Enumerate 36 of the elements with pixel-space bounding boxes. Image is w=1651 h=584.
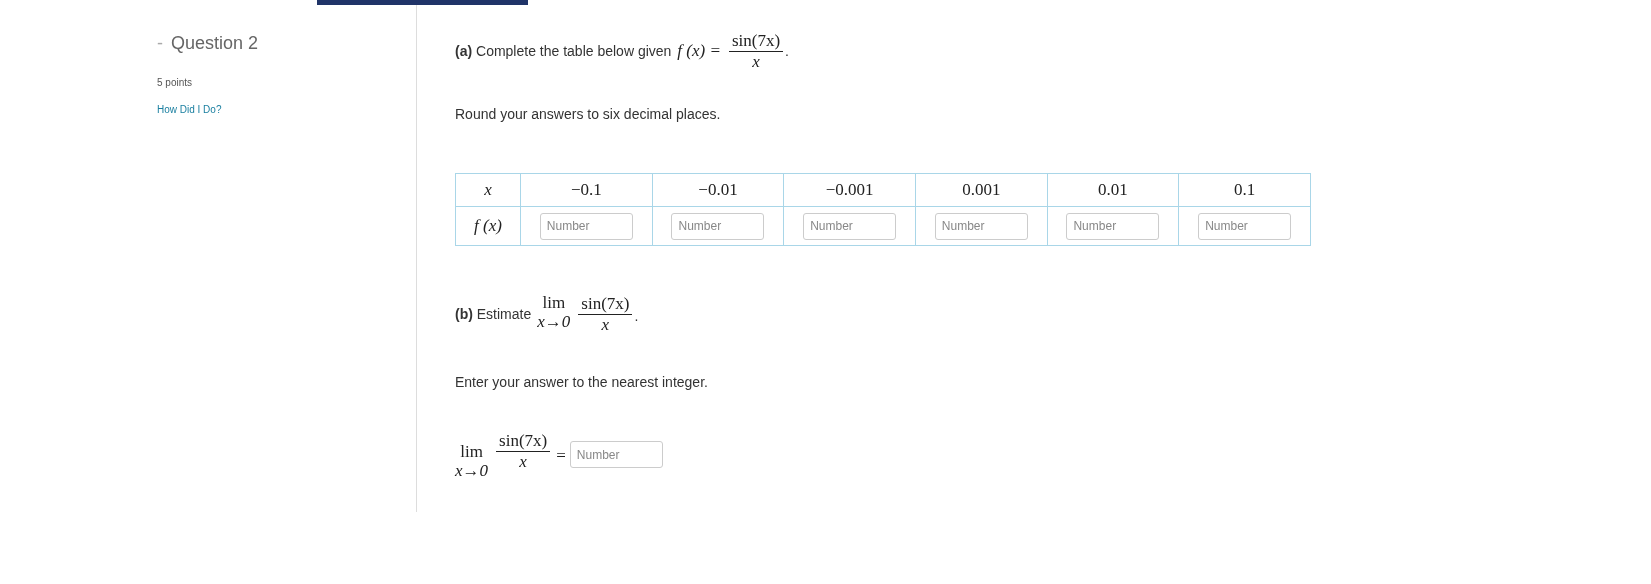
fraction-numerator: sin(7x)	[578, 294, 633, 315]
table-header-cell: 0.001	[915, 173, 1048, 207]
number-input[interactable]: Number	[934, 212, 1028, 240]
table-row-label: f (x)	[455, 206, 521, 246]
equals-sign: =	[556, 445, 566, 468]
instruction-text: Round your answers to six decimal places.	[455, 105, 722, 124]
fraction-numerator: sin(7x)	[728, 30, 784, 52]
table-header-cell: −0.1	[520, 173, 653, 207]
limit-operator: lim	[542, 294, 566, 313]
number-input[interactable]: Number	[671, 212, 765, 240]
number-input[interactable]: Number	[803, 212, 897, 240]
number-input[interactable]: Number	[1066, 212, 1160, 240]
limit-subscript: x→0	[537, 312, 571, 332]
question-text: (b) Estimate	[455, 305, 532, 324]
table-header-cell: −0.01	[652, 173, 784, 207]
limit-operator: lim	[460, 443, 483, 462]
answer-input[interactable]: Number	[569, 441, 663, 469]
period-text: .	[634, 307, 639, 326]
question-title: Question 2	[171, 33, 259, 53]
formula-lhs: f (x) =	[677, 40, 721, 63]
points-label: 5 points	[157, 76, 194, 90]
period-text: .	[785, 41, 789, 61]
table-header-cell: x	[455, 173, 521, 207]
number-input[interactable]: Number	[539, 212, 633, 240]
number-input[interactable]: Number	[1198, 212, 1292, 240]
how-did-i-do-link[interactable]: How Did I Do?	[157, 102, 222, 117]
table-header-cell: −0.001	[783, 173, 916, 207]
fraction-numerator: sin(7x)	[496, 431, 551, 452]
fraction-denominator: x	[752, 51, 760, 72]
table-header-cell: 0.1	[1178, 173, 1311, 207]
instruction-text: Enter your answer to the nearest integer.	[455, 373, 709, 393]
limit-subscript: x→0	[455, 461, 489, 481]
question-text: (a) Complete the table below given	[455, 41, 672, 61]
table-header-cell: 0.01	[1047, 173, 1179, 207]
fraction-denominator: x	[519, 451, 527, 472]
fraction-denominator: x	[601, 314, 610, 335]
